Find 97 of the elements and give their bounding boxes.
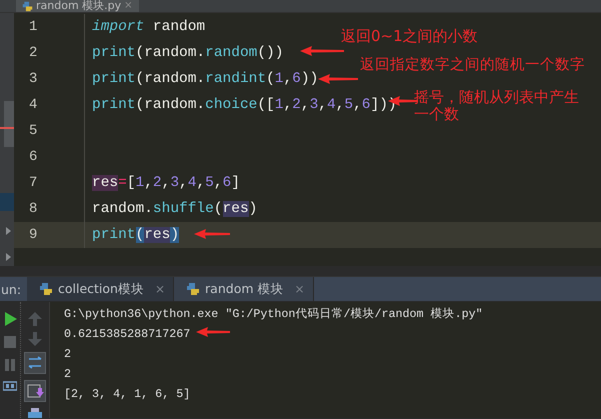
line-number: 2 (14, 40, 85, 66)
arrow-icon (300, 46, 344, 56)
code-token: random. (92, 201, 153, 217)
code-token: , (162, 175, 170, 191)
down-arrow-icon (28, 332, 42, 346)
code-token: 3 (310, 97, 318, 113)
code-token: , (144, 175, 153, 191)
python-file-icon (39, 282, 53, 296)
annotation-text: 返回0~1之间的小数 (341, 28, 478, 45)
stop-icon (3, 335, 17, 349)
python-file-icon (22, 0, 33, 12)
code-token: , (283, 71, 292, 87)
line-number: 1 (14, 14, 85, 40)
line-number: 6 (14, 144, 85, 170)
code-token: ) (170, 227, 180, 243)
code-token: (random. (136, 97, 206, 113)
code-token: (random. (136, 71, 206, 87)
arrow-icon (194, 229, 230, 239)
code-token: , (179, 175, 188, 191)
error-stripe (0, 127, 14, 129)
code-token: res (222, 201, 249, 217)
code-token: [ (126, 175, 136, 191)
console-output-line: [2, 3, 4, 1, 6, 5] (64, 386, 190, 403)
code-token: , (336, 97, 344, 113)
layout-icon (3, 381, 17, 391)
code-token: , (318, 97, 327, 113)
code-token: 4 (188, 175, 196, 191)
close-icon[interactable]: × (294, 282, 305, 296)
line-number: 5 (14, 118, 85, 144)
soft-wrap-icon (24, 352, 46, 374)
run-tab[interactable]: random 模块 × (174, 277, 314, 301)
console-output-line: 2 (64, 366, 72, 383)
code-token: , (353, 97, 362, 113)
code-token: 2 (152, 175, 162, 191)
code-token: print (92, 45, 136, 61)
close-icon[interactable]: × (124, 0, 133, 12)
code-token: 3 (170, 175, 180, 191)
line-number: 9 (14, 222, 85, 248)
code-token: res (92, 175, 118, 191)
code-token: ( (214, 201, 223, 217)
run-tab[interactable]: collection模块 × (27, 277, 174, 301)
console-output-line: G:\python36\python.exe "G:/Python代码日常/模块/random 模块.py" (64, 306, 483, 323)
code-token: 1 (136, 175, 144, 191)
annotation-text: 摇号，随机从列表中产生一个数 (414, 89, 580, 123)
code-token: random (152, 19, 206, 35)
line-number: 4 (14, 92, 85, 118)
code-token: , (214, 175, 223, 191)
code-token: 4 (326, 97, 336, 113)
code-token: shuffle (152, 201, 214, 217)
code-token: )) (300, 71, 318, 87)
code-token: 2 (292, 97, 301, 113)
file-tab[interactable]: random 模块.py × (16, 0, 139, 12)
pause-icon (3, 358, 17, 372)
code-token: ] (231, 175, 240, 191)
code-token: print (92, 227, 136, 243)
code-token: , (300, 97, 310, 113)
code-token: print (92, 71, 136, 87)
code-token: 1 (274, 71, 284, 87)
code-token: 5 (344, 97, 354, 113)
code-token: 6 (362, 97, 370, 113)
console-output-line: 0.6215385288717267 (64, 326, 190, 343)
code-token: choice (205, 97, 258, 113)
code-token: 5 (205, 175, 214, 191)
code-token: 6 (292, 71, 301, 87)
up-arrow-icon (28, 312, 42, 326)
close-icon[interactable]: × (154, 282, 166, 296)
annotation-text: 返回指定数字之间的随机一个数字 (360, 57, 585, 74)
fold-icon (6, 227, 11, 235)
code-token: , (196, 175, 206, 191)
line-number: 3 (14, 66, 85, 92)
code-token: randint (205, 71, 266, 87)
arrow-icon (318, 74, 358, 84)
fold-icon (6, 253, 11, 261)
run-label: un: (0, 282, 22, 296)
scroll-marker (4, 101, 14, 147)
scroll-to-end-icon (24, 380, 46, 402)
play-icon (3, 312, 17, 326)
code-token: print (92, 97, 136, 113)
code-token: (random. (136, 45, 206, 61)
code-token: ( (136, 227, 144, 243)
code-token: = (118, 175, 127, 191)
bookmark-marker (0, 193, 14, 211)
code-token: random (205, 45, 258, 61)
console-output-line: 2 (64, 346, 72, 363)
line-number: 7 (14, 170, 85, 196)
code-token: 1 (274, 97, 284, 113)
code-token: 6 (222, 175, 232, 191)
arrow-icon (196, 327, 230, 337)
python-file-icon (186, 282, 200, 296)
code-token: ([ (257, 97, 275, 113)
code-token: res (144, 227, 170, 243)
code-token: import (92, 19, 144, 35)
code-token: ()) (257, 45, 284, 61)
print-icon (28, 408, 42, 418)
code-token: ) (248, 201, 258, 217)
code-token: , (283, 97, 292, 113)
code-token: ( (266, 71, 275, 87)
